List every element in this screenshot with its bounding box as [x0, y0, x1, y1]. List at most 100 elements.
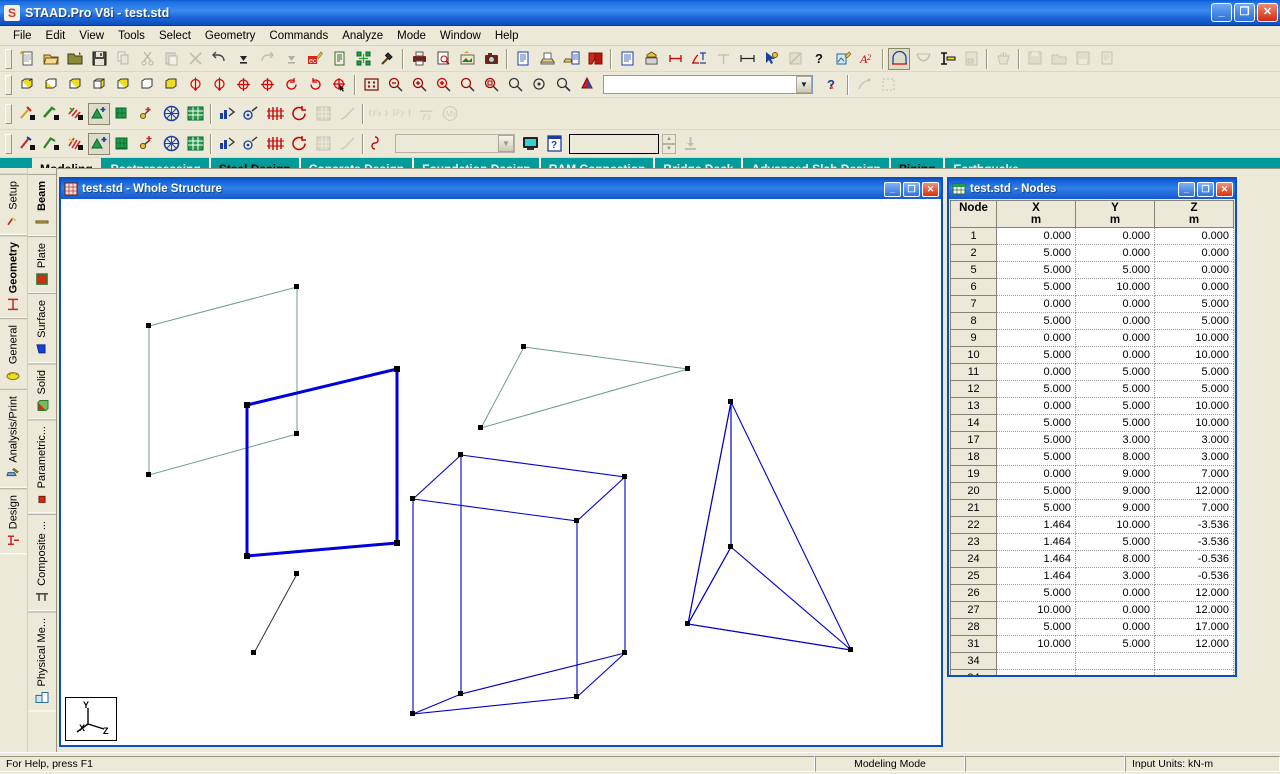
table-row[interactable]: 105.0000.00010.000 — [951, 347, 1234, 364]
cell-node[interactable]: 12 — [951, 381, 997, 398]
cell-x[interactable]: 5.000 — [997, 619, 1076, 636]
cell-z[interactable]: 12.000 — [1155, 602, 1234, 619]
whats-this-icon[interactable]: ? — [543, 133, 565, 155]
cell-z[interactable]: 3.000 — [1155, 449, 1234, 466]
cell-z[interactable]: 17.000 — [1155, 619, 1234, 636]
top-view-icon[interactable] — [64, 74, 86, 96]
whole-structure-icon[interactable] — [888, 48, 910, 70]
node-load-icon[interactable] — [240, 133, 262, 155]
pan-right-icon[interactable] — [256, 74, 278, 96]
front-view-icon[interactable] — [40, 74, 62, 96]
menu-item-edit[interactable]: Edit — [39, 28, 73, 44]
hammer-icon[interactable] — [376, 48, 398, 70]
cell-x[interactable]: 10.000 — [997, 636, 1076, 653]
cell-y[interactable]: 0.000 — [1076, 585, 1155, 602]
column-header-z[interactable]: Z m — [1155, 201, 1234, 228]
cell-x[interactable]: 1.464 — [997, 551, 1076, 568]
table-row[interactable]: 251.4643.000-0.536 — [951, 568, 1234, 585]
delete-icon[interactable] — [184, 48, 206, 70]
menu-item-help[interactable]: Help — [488, 28, 526, 44]
cell-node[interactable]: 23 — [951, 534, 997, 551]
fx-icon[interactable]: Fx — [368, 103, 390, 125]
add-node-icon[interactable] — [136, 133, 158, 155]
zoom-window-icon[interactable] — [360, 74, 382, 96]
rotate-structure-icon[interactable] — [288, 133, 310, 155]
cell-node[interactable]: 1 — [951, 228, 997, 245]
cell-node[interactable]: 20 — [951, 483, 997, 500]
pan-up-icon[interactable] — [184, 74, 206, 96]
grid-display-icon[interactable] — [312, 133, 334, 155]
select-all-icon[interactable] — [853, 74, 875, 96]
spinner-up-icon[interactable]: ▲ — [662, 134, 676, 144]
cell-z[interactable]: 10.000 — [1155, 330, 1234, 347]
cell-x[interactable]: 1.464 — [997, 517, 1076, 534]
nodes-close-button[interactable]: ✕ — [1216, 182, 1233, 197]
cell-y[interactable]: 5.000 — [1076, 364, 1155, 381]
sidebar-item-setup[interactable]: Setup — [0, 174, 27, 235]
cell-y[interactable]: 0.000 — [1076, 313, 1155, 330]
cell-y[interactable]: 3.000 — [1076, 432, 1155, 449]
cell-z[interactable]: 0.000 — [1155, 279, 1234, 296]
menu-item-mode[interactable]: Mode — [390, 28, 433, 44]
take-picture-icon[interactable] — [512, 48, 534, 70]
cell-z[interactable]: -0.536 — [1155, 551, 1234, 568]
cell-node[interactable]: 13 — [951, 398, 997, 415]
table-row[interactable]: 285.0000.00017.000 — [951, 619, 1234, 636]
table-cursor-icon[interactable] — [184, 103, 206, 125]
page-setup-icon[interactable] — [560, 48, 582, 70]
cell-node[interactable]: 7 — [951, 296, 997, 313]
cell-y[interactable]: 5.000 — [1076, 398, 1155, 415]
table-row[interactable]: 25.0000.0000.000 — [951, 245, 1234, 262]
cell-x[interactable] — [997, 653, 1076, 670]
measure-icon[interactable] — [736, 48, 758, 70]
select-arrow-icon[interactable] — [760, 48, 782, 70]
toolbar-grip[interactable] — [5, 49, 12, 69]
undo-icon[interactable] — [208, 48, 230, 70]
cell-node[interactable]: 34 — [951, 670, 997, 675]
dimension-icon[interactable] — [616, 48, 638, 70]
cell-z[interactable]: -0.536 — [1155, 568, 1234, 585]
nodes-minimize-button[interactable]: _ — [1178, 182, 1195, 197]
cell-z[interactable]: 10.000 — [1155, 415, 1234, 432]
table-row[interactable]: 175.0003.0003.000 — [951, 432, 1234, 449]
window-close-button[interactable]: ✕ — [1257, 3, 1278, 22]
model-maximize-button[interactable]: ❐ — [903, 182, 920, 197]
cell-x[interactable]: 5.000 — [997, 449, 1076, 466]
open-file-icon[interactable] — [40, 48, 62, 70]
solid-cursor-icon[interactable] — [112, 103, 134, 125]
cell-node[interactable]: 19 — [951, 466, 997, 483]
beam-cursor-icon[interactable] — [64, 103, 86, 125]
snap-node-beam-icon[interactable] — [16, 133, 38, 155]
annotation-icon[interactable] — [640, 48, 662, 70]
redo-icon[interactable] — [256, 48, 278, 70]
zoom-in-icon[interactable] — [432, 74, 454, 96]
table-row[interactable]: 205.0009.00012.000 — [951, 483, 1234, 500]
mesh-icon[interactable] — [184, 133, 206, 155]
zoom-previous-icon[interactable] — [456, 74, 478, 96]
table-row[interactable]: 70.0000.0005.000 — [951, 296, 1234, 313]
cell-node[interactable]: 18 — [951, 449, 997, 466]
table-row[interactable]: 231.4645.000-3.536 — [951, 534, 1234, 551]
table-row[interactable]: 2710.0000.00012.000 — [951, 602, 1234, 619]
sidebar-item-general[interactable]: General — [0, 318, 27, 389]
cell-x[interactable]: 5.000 — [997, 347, 1076, 364]
undo-dropdown-icon[interactable] — [232, 48, 254, 70]
cell-y[interactable]: 9.000 — [1076, 483, 1155, 500]
diagram-icon[interactable] — [264, 103, 286, 125]
table-row[interactable]: 125.0005.0005.000 — [951, 381, 1234, 398]
loads-basket-icon[interactable] — [992, 48, 1014, 70]
cell-z[interactable]: 0.000 — [1155, 228, 1234, 245]
sidebar-item-analysis-print[interactable]: Analysis/Print — [0, 389, 27, 488]
menu-item-view[interactable]: View — [72, 28, 111, 44]
sidebar-item-physical-member[interactable]: Physical Me... — [28, 611, 56, 711]
plate-cursor-icon[interactable] — [88, 103, 110, 125]
open-folder-icon[interactable] — [64, 48, 86, 70]
camera-icon[interactable] — [480, 48, 502, 70]
menu-item-window[interactable]: Window — [433, 28, 488, 44]
cell-x[interactable]: 0.000 — [997, 228, 1076, 245]
table-row[interactable]: 55.0005.0000.000 — [951, 262, 1234, 279]
table-row[interactable]: 185.0008.0003.000 — [951, 449, 1234, 466]
sidebar-item-parametric[interactable]: Parametric... — [28, 419, 56, 513]
cell-y[interactable]: 5.000 — [1076, 262, 1155, 279]
cut-icon[interactable] — [136, 48, 158, 70]
